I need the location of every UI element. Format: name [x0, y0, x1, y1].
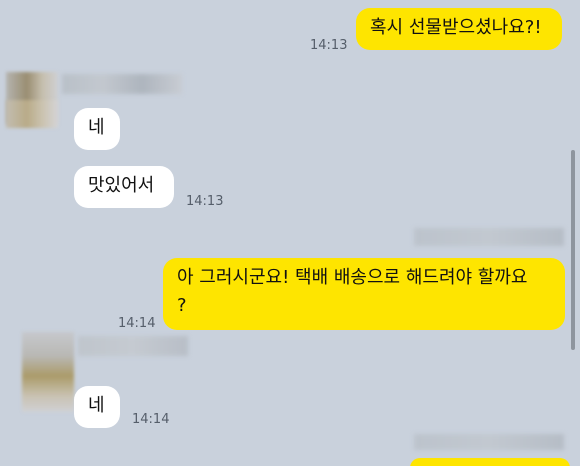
sender-avatar[interactable] — [22, 332, 74, 412]
sender-name — [62, 74, 182, 94]
message-time: 14:14 — [118, 316, 156, 331]
incoming-message[interactable]: 맛있어서 — [74, 166, 174, 208]
message-time: 14:13 — [186, 194, 224, 209]
chat-window: 혹시 선물받으셨나요?! 14:13 네 맛있어서 14:13 아 그러시군요!… — [0, 0, 580, 466]
scrollbar[interactable] — [571, 150, 575, 350]
message-time: 14:14 — [132, 412, 170, 427]
outgoing-message[interactable]: 혹시 선물받으셨나요?! — [356, 8, 562, 50]
sender-name — [78, 336, 188, 356]
incoming-message[interactable]: 네 — [74, 108, 120, 150]
outgoing-message[interactable]: 아 그러시군요! 택배 배송으로 해드려야 할까요 ? — [163, 258, 565, 330]
blurred-content — [414, 434, 564, 450]
incoming-message[interactable]: 네 — [74, 386, 120, 428]
blurred-content — [414, 228, 564, 246]
message-time: 14:13 — [310, 38, 348, 53]
outgoing-message-partial[interactable] — [410, 458, 570, 466]
sender-avatar-lower — [6, 100, 58, 128]
